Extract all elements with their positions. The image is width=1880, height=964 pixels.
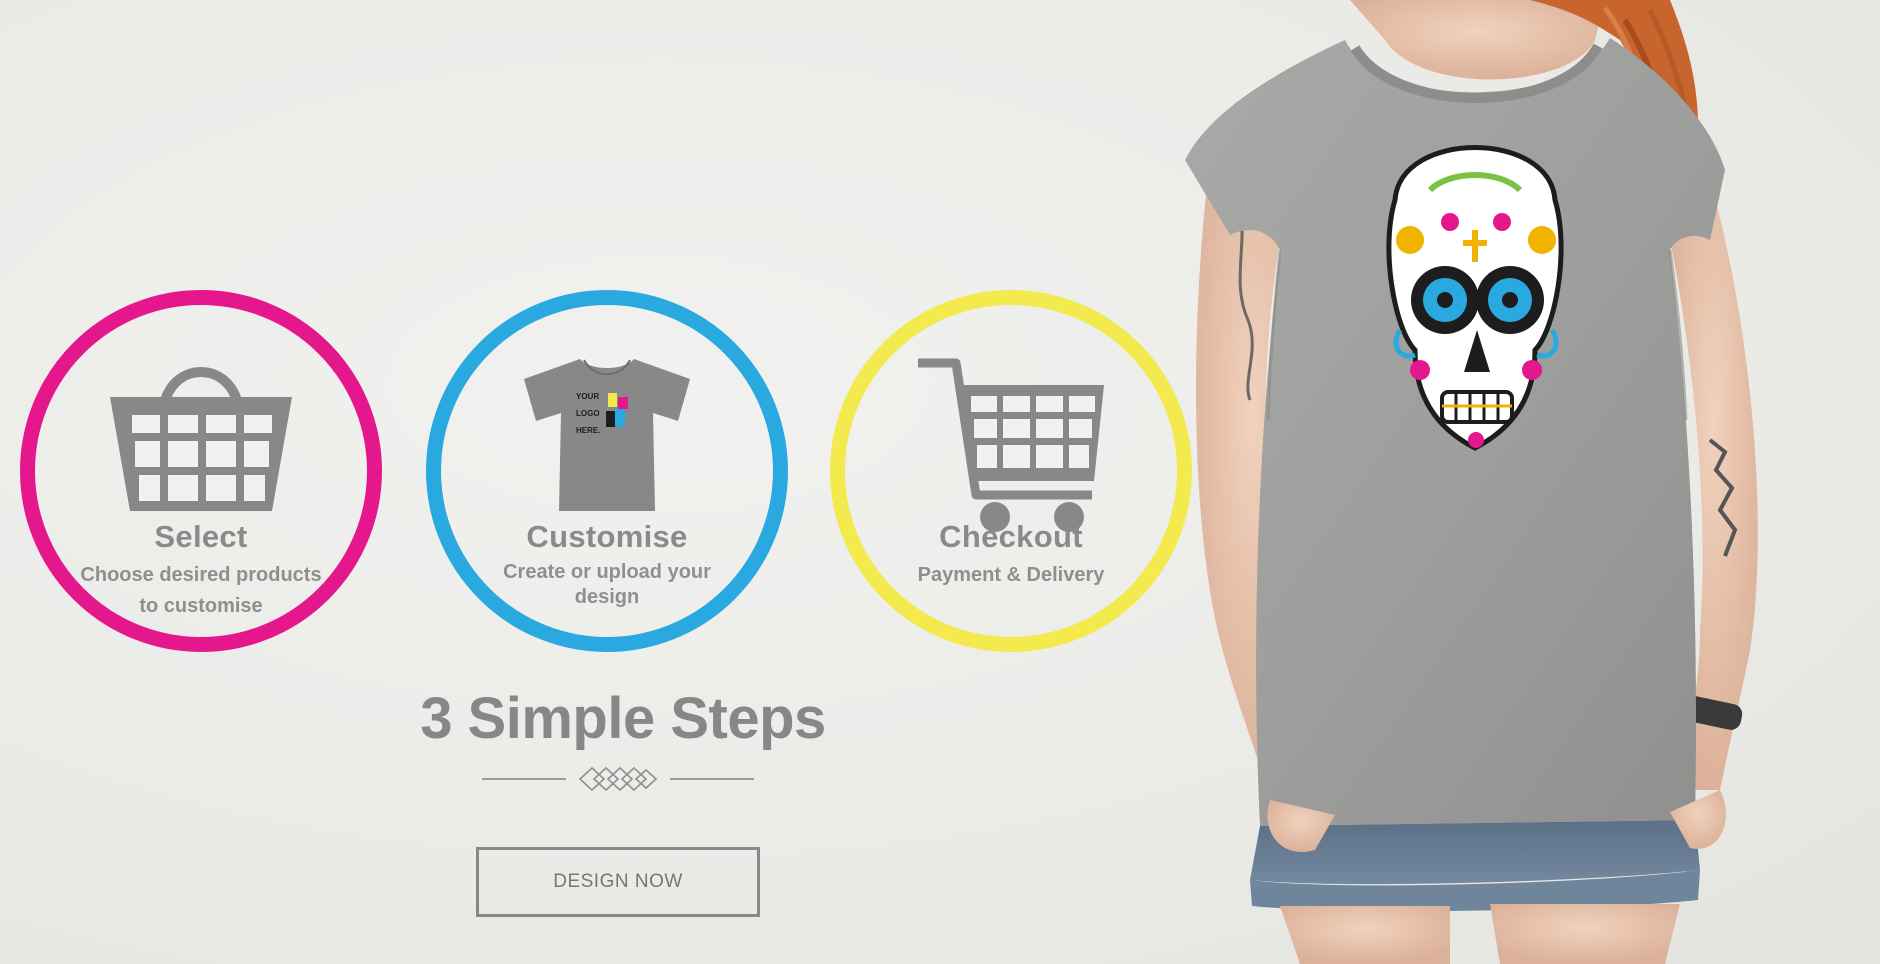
logo-line-2: LOGO <box>576 409 600 418</box>
step-customise: YOUR LOGO HERE. Customise Create or uplo… <box>426 290 788 652</box>
shopping-basket-icon <box>110 367 292 511</box>
page-title: 3 Simple Steps <box>420 686 826 751</box>
step-description: Create or upload your design <box>503 561 711 608</box>
shopping-cart-icon <box>918 358 1104 532</box>
logo-line-3: HERE. <box>576 426 600 435</box>
step-description: Choose desired products to customise <box>80 564 322 617</box>
design-now-button[interactable]: DESIGN NOW <box>476 847 760 917</box>
step-title: Select <box>154 519 248 554</box>
divider-line-left <box>482 778 566 780</box>
step-checkout: Checkout Payment & Delivery <box>830 290 1192 652</box>
divider-line-right <box>670 778 754 780</box>
step-title: Customise <box>526 519 688 554</box>
t-shirt-logo-icon: YOUR LOGO HERE. <box>524 359 690 511</box>
hero-section: Select Choose desired products to custom… <box>0 0 1880 964</box>
model-sugar-skull-tshirt-image <box>1185 0 1758 964</box>
step-title: Checkout <box>939 519 1083 554</box>
step-select: Select Choose desired products to custom… <box>20 290 382 652</box>
diamond-ornament-icon <box>578 766 658 792</box>
step-description: Payment & Delivery <box>917 564 1105 586</box>
logo-line-1: YOUR <box>576 392 599 401</box>
title-divider <box>480 762 756 796</box>
